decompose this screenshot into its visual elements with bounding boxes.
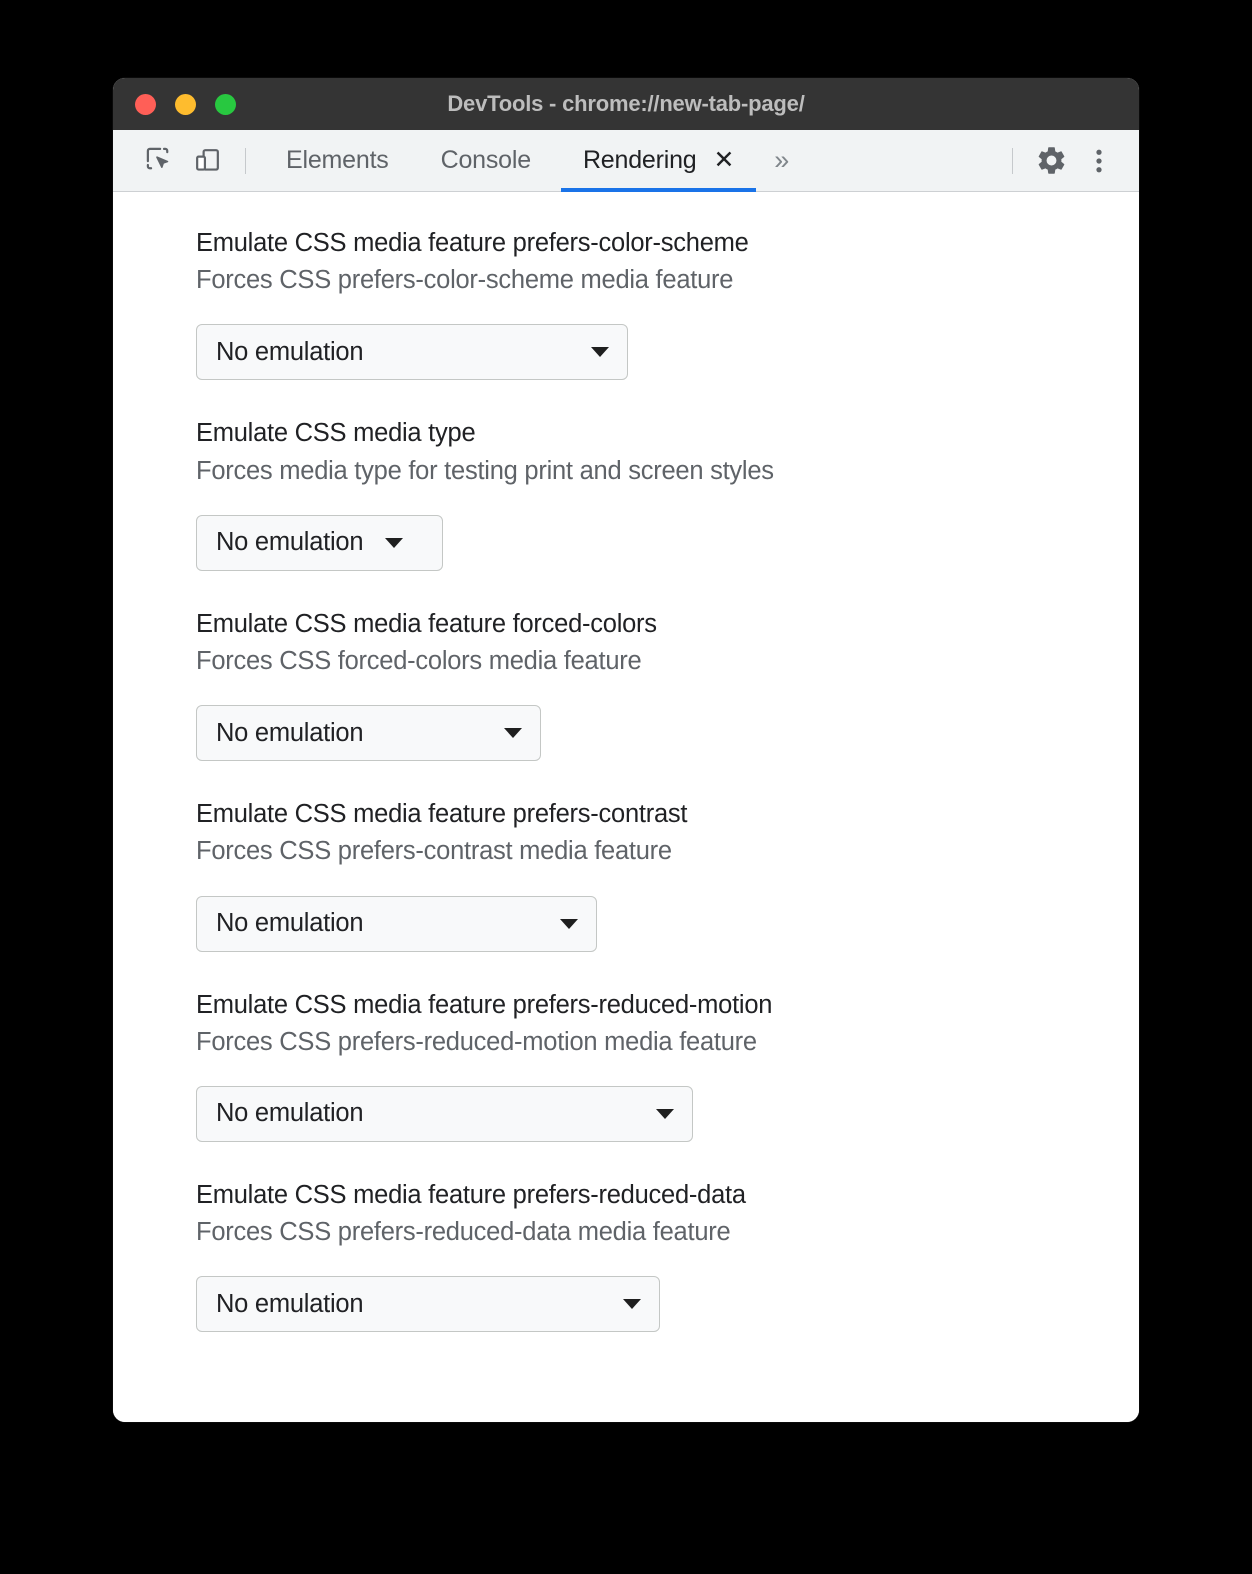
inspect-element-icon[interactable] <box>135 137 183 185</box>
window-titlebar: DevTools - chrome://new-tab-page/ <box>113 78 1139 130</box>
gear-icon[interactable] <box>1027 137 1075 185</box>
setting-title: Emulate CSS media feature prefers-contra… <box>196 800 688 829</box>
panel-tab-bar: Elements Console Rendering ✕ <box>260 130 760 192</box>
select-value: No emulation <box>216 337 364 366</box>
setting-description: Forces media type for testing print and … <box>196 456 774 485</box>
device-toolbar-icon[interactable] <box>183 137 231 185</box>
setting-forced-colors: Emulate CSS media feature forced-colors … <box>113 607 1139 762</box>
devtools-toolbar: Elements Console Rendering ✕ » <box>113 130 1139 192</box>
maximize-window-button[interactable] <box>215 93 236 115</box>
minimize-window-button[interactable] <box>175 93 196 115</box>
prefers-reduced-motion-select[interactable]: No emulation <box>196 1085 693 1142</box>
setting-control: No emulation <box>196 895 1139 952</box>
devtools-window: DevTools - chrome://new-tab-page/ Elemen… <box>113 78 1139 1422</box>
close-window-button[interactable] <box>135 93 156 115</box>
chevron-down-icon <box>385 537 404 548</box>
tab-console[interactable]: Console <box>415 130 557 192</box>
tab-rendering[interactable]: Rendering ✕ <box>557 130 760 192</box>
tab-elements-label: Elements <box>286 146 389 174</box>
setting-prefers-reduced-motion: Emulate CSS media feature prefers-reduce… <box>113 988 1139 1142</box>
select-value: No emulation <box>216 1099 364 1128</box>
setting-title: Emulate CSS media feature forced-colors <box>196 609 657 638</box>
toolbar-divider-right <box>1012 147 1013 174</box>
chevron-down-icon <box>560 918 578 929</box>
setting-description: Forces CSS prefers-contrast media featur… <box>196 837 672 866</box>
toolbar-divider-left <box>245 147 246 174</box>
more-tabs-icon[interactable]: » <box>760 130 800 192</box>
kebab-menu-icon[interactable] <box>1075 137 1123 185</box>
select-value: No emulation <box>216 909 364 937</box>
traffic-light-group <box>135 78 236 130</box>
setting-prefers-color-scheme: Emulate CSS media feature prefers-color-… <box>113 226 1139 381</box>
setting-control: No emulation <box>196 1085 1139 1142</box>
prefers-reduced-data-select[interactable]: No emulation <box>196 1276 660 1333</box>
setting-control: No emulation <box>196 324 1139 381</box>
screenshot-root: DevTools - chrome://new-tab-page/ Elemen… <box>0 0 1252 1574</box>
select-value: No emulation <box>216 528 364 557</box>
setting-control: No emulation <box>196 514 1139 571</box>
tab-elements[interactable]: Elements <box>260 130 415 192</box>
setting-title: Emulate CSS media type <box>196 419 476 448</box>
tab-rendering-label: Rendering <box>582 146 697 174</box>
setting-control: No emulation <box>196 705 1139 762</box>
select-value: No emulation <box>216 718 364 747</box>
media-type-select[interactable]: No emulation <box>196 514 443 571</box>
select-value: No emulation <box>216 1289 364 1318</box>
chevron-down-icon <box>504 728 522 739</box>
prefers-color-scheme-select[interactable]: No emulation <box>196 324 628 381</box>
setting-media-type: Emulate CSS media type Forces media type… <box>113 416 1139 571</box>
setting-title: Emulate CSS media feature prefers-reduce… <box>196 1180 746 1209</box>
window-title: DevTools - chrome://new-tab-page/ <box>447 91 805 116</box>
tab-console-label: Console <box>440 146 532 174</box>
setting-title: Emulate CSS media feature prefers-color-… <box>196 229 749 257</box>
forced-colors-select[interactable]: No emulation <box>196 705 541 762</box>
rendering-panel: Emulate CSS media feature prefers-color-… <box>113 192 1139 1422</box>
setting-prefers-reduced-data: Emulate CSS media feature prefers-reduce… <box>113 1178 1139 1333</box>
setting-description: Forces CSS forced-colors media feature <box>196 646 642 675</box>
setting-control: No emulation <box>196 1276 1139 1333</box>
chevron-down-icon <box>656 1108 674 1119</box>
setting-description: Forces CSS prefers-color-scheme media fe… <box>196 266 734 295</box>
chevron-down-icon <box>623 1299 641 1310</box>
close-icon[interactable]: ✕ <box>714 148 735 173</box>
chevron-down-icon <box>591 347 609 358</box>
setting-description: Forces CSS prefers-reduced-data media fe… <box>196 1218 731 1247</box>
prefers-contrast-select[interactable]: No emulation <box>196 895 597 952</box>
setting-prefers-contrast: Emulate CSS media feature prefers-contra… <box>113 797 1139 952</box>
setting-description: Forces CSS prefers-reduced-motion media … <box>196 1027 757 1056</box>
setting-title: Emulate CSS media feature prefers-reduce… <box>196 990 773 1019</box>
